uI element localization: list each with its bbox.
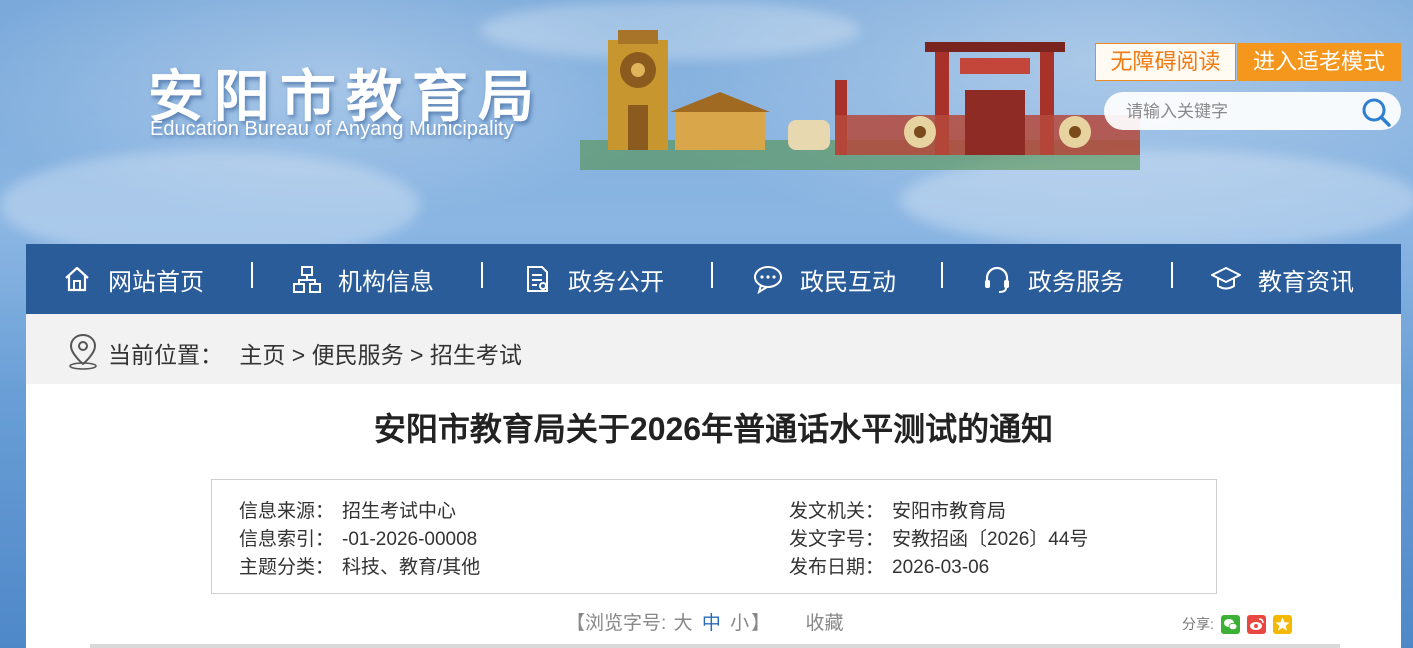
article-meta-box: 信息来源： 招生考试中心 信息索引： -01-2026-00008 主题分类： 科技、… — [211, 479, 1217, 594]
meta-issuer: 发文机关： 安阳市教育局 — [789, 496, 1006, 523]
breadcrumb-level2-link[interactable]: 招生考试 — [430, 342, 522, 368]
meta-publish-date: 发布日期： 2026-03-06 — [789, 552, 989, 579]
search-input[interactable] — [1124, 92, 1358, 132]
search-icon[interactable] — [1360, 96, 1392, 128]
nav-item-interaction[interactable]: 政民互动 — [752, 244, 896, 314]
breadcrumb-separator: > — [285, 342, 312, 368]
headset-icon — [985, 266, 1009, 293]
share-label: 分享: — [1182, 616, 1214, 632]
meta-source: 信息来源： 招生考试中心 — [239, 496, 456, 523]
breadcrumb-prefix: 当前位置： — [108, 342, 223, 368]
font-size-controls: 【浏览字号: 大 中 小】 收藏 — [566, 608, 843, 635]
nav-item-gov-service[interactable]: 政务服务 — [982, 244, 1124, 314]
nav-divider — [941, 262, 943, 288]
article-title: 安阳市教育局关于2026年普通话水平测试的通知 — [373, 411, 1054, 447]
home-icon — [65, 266, 89, 292]
font-size-medium-button[interactable]: 中 — [702, 613, 721, 634]
nav-item-label: 政务公开 — [568, 268, 664, 296]
chat-icon — [754, 266, 782, 294]
nav-item-label: 政民互动 — [800, 268, 896, 296]
meta-value: 科技、教育/其他 — [342, 557, 481, 578]
meta-label: 发文字号： — [789, 529, 885, 550]
nav-item-org-info[interactable]: 机构信息 — [292, 244, 434, 314]
nav-item-home[interactable]: 网站首页 — [62, 244, 204, 314]
nav-divider — [481, 262, 483, 288]
font-size-small-button[interactable]: 小 — [730, 613, 749, 634]
meta-doc-number: 发文字号： 安教招函〔2026〕44号 — [789, 524, 1088, 551]
share-bar: 分享: — [1182, 614, 1292, 634]
breadcrumb-level1-link[interactable]: 便民服务 — [312, 342, 404, 368]
meta-category: 主题分类： 科技、教育/其他 — [239, 552, 480, 579]
font-size-large-button[interactable]: 大 — [674, 613, 693, 634]
meta-label: 信息来源： — [239, 501, 335, 522]
document-icon — [527, 266, 548, 292]
meta-index: 信息索引： -01-2026-00008 — [239, 524, 477, 551]
meta-label: 发文机关： — [789, 501, 885, 522]
meta-value: 2026-03-06 — [892, 557, 990, 578]
font-size-prefix: 【浏览字号: — [566, 613, 667, 634]
elder-mode-button[interactable]: 进入适老模式 — [1237, 43, 1401, 81]
favorite-button[interactable]: 收藏 — [805, 613, 843, 634]
main-nav: 网站首页 机构信息 政务公开 政民互动 政务服务 教育资讯 — [26, 244, 1401, 314]
meta-value: 安阳市教育局 — [892, 501, 1007, 522]
nav-item-label: 机构信息 — [338, 268, 434, 296]
content-divider — [90, 644, 1340, 648]
meta-label: 主题分类： — [239, 557, 335, 578]
accessibility-reading-button[interactable]: 无障碍阅读 — [1095, 43, 1236, 81]
nav-divider — [1171, 262, 1173, 288]
graduation-cap-icon — [1211, 267, 1241, 290]
article-content: 安阳市教育局关于2026年普通话水平测试的通知 信息来源： 招生考试中心 信息索引… — [26, 384, 1401, 648]
org-chart-icon — [293, 266, 321, 293]
nav-item-gov-affairs[interactable]: 政务公开 — [522, 244, 664, 314]
meta-value: 安教招函〔2026〕44号 — [892, 529, 1089, 550]
meta-label: 信息索引： — [239, 529, 335, 550]
breadcrumb: 当前位置： 主页 > 便民服务 > 招生考试 — [26, 314, 1401, 384]
meta-value: -01-2026-00008 — [342, 529, 478, 550]
site-logo-subtitle: Education Bureau of Anyang Municipality — [150, 118, 514, 140]
wechat-icon[interactable] — [1220, 614, 1240, 634]
nav-item-label: 政务服务 — [1028, 268, 1124, 296]
weibo-icon[interactable] — [1246, 614, 1266, 634]
nav-divider — [711, 262, 713, 288]
nav-divider — [251, 262, 253, 288]
qzone-icon[interactable] — [1272, 614, 1292, 634]
breadcrumb-home-link[interactable]: 主页 — [239, 342, 285, 368]
landmark-illustration — [580, 30, 1140, 170]
nav-item-label: 教育资讯 — [1258, 268, 1354, 296]
search-box — [1104, 92, 1401, 132]
location-pin-icon — [69, 333, 97, 370]
meta-value: 招生考试中心 — [342, 501, 457, 522]
font-size-suffix: 】 — [751, 613, 771, 634]
meta-label: 发布日期： — [789, 557, 885, 578]
nav-item-label: 网站首页 — [108, 268, 204, 296]
nav-item-edu-news[interactable]: 教育资讯 — [1210, 244, 1354, 314]
breadcrumb-separator: > — [403, 342, 430, 368]
